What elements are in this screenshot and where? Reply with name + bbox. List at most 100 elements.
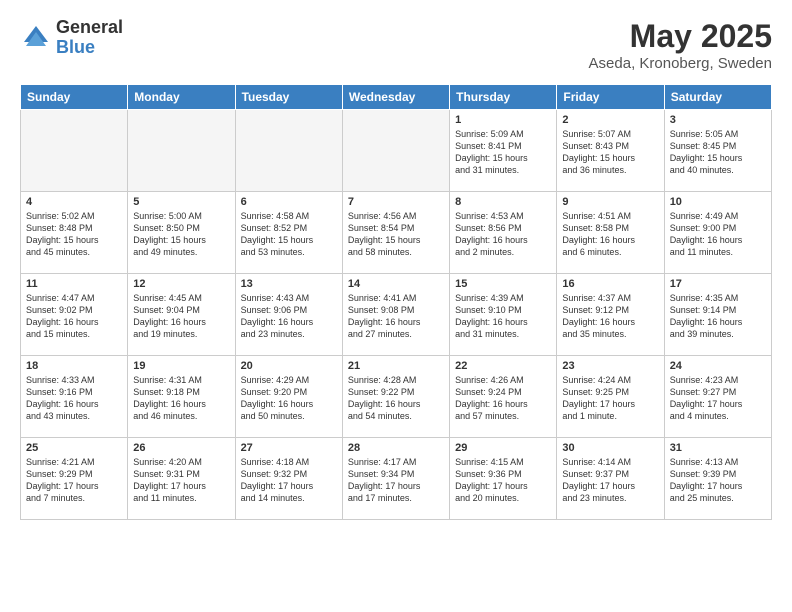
header-row: SundayMondayTuesdayWednesdayThursdayFrid… — [21, 85, 772, 110]
week-row-5: 25 Sunrise: 4:21 AM Sunset: 9:29 PM Dayli… — [21, 438, 772, 520]
day-number: 12 — [133, 278, 229, 290]
calendar-cell: 9Sunrise: 4:51 AM Sunset: 8:58 PM Daylig… — [557, 192, 664, 274]
week-row-2: 4 Sunrise: 5:02 AM Sunset: 8:48 PM Daylig… — [21, 192, 772, 274]
logo-icon — [20, 22, 52, 54]
calendar-cell: 27 Sunrise: 4:18 AM Sunset: 9:32 PM Dayli… — [235, 438, 342, 520]
day-number: 22 — [455, 360, 551, 372]
cell-daylight-info: Sunrise: 4:51 AM Sunset: 8:58 PM Dayligh… — [562, 210, 658, 259]
day-header-tuesday: Tuesday — [235, 85, 342, 110]
calendar-cell: 2 Sunrise: 5:07 AM Sunset: 8:43 PM Daylig… — [557, 110, 664, 192]
calendar-cell: 15Sunrise: 4:39 AM Sunset: 9:10 PM Dayli… — [450, 274, 557, 356]
cell-daylight-info: Sunrise: 4:17 AM Sunset: 9:34 PM Dayligh… — [348, 456, 444, 505]
calendar-cell: 6 Sunrise: 4:58 AM Sunset: 8:52 PM Daylig… — [235, 192, 342, 274]
day-number: 23 — [562, 360, 658, 372]
calendar-cell: 21 Sunrise: 4:28 AM Sunset: 9:22 PM Dayli… — [342, 356, 449, 438]
cell-daylight-info: Sunrise: 4:47 AM Sunset: 9:02 PM Dayligh… — [26, 292, 122, 341]
day-number: 5 — [133, 196, 229, 208]
title-block: May 2025 Aseda, Kronoberg, Sweden — [589, 18, 772, 72]
calendar-cell: 1 Sunrise: 5:09 AM Sunset: 8:41 PM Daylig… — [450, 110, 557, 192]
cell-daylight-info: Sunrise: 4:24 AM Sunset: 9:25 PM Dayligh… — [562, 374, 658, 423]
calendar-cell: 25 Sunrise: 4:21 AM Sunset: 9:29 PM Dayli… — [21, 438, 128, 520]
logo-text: General Blue — [56, 18, 123, 58]
header: General Blue May 2025 Aseda, Kronoberg, … — [20, 18, 772, 72]
day-header-monday: Monday — [128, 85, 235, 110]
day-number: 25 — [26, 442, 122, 454]
cell-daylight-info: Sunrise: 4:39 AM Sunset: 9:10 PM Dayligh… — [455, 292, 551, 341]
calendar-cell: 28Sunrise: 4:17 AM Sunset: 9:34 PM Dayli… — [342, 438, 449, 520]
day-number: 24 — [670, 360, 766, 372]
cell-daylight-info: Sunrise: 4:23 AM Sunset: 9:27 PM Dayligh… — [670, 374, 766, 423]
cell-daylight-info: Sunrise: 4:49 AM Sunset: 9:00 PM Dayligh… — [670, 210, 766, 259]
calendar-cell: 5 Sunrise: 5:00 AM Sunset: 8:50 PM Daylig… — [128, 192, 235, 274]
cell-daylight-info: Sunrise: 5:02 AM Sunset: 8:48 PM Dayligh… — [26, 210, 122, 259]
day-number: 26 — [133, 442, 229, 454]
calendar-cell: 29Sunrise: 4:15 AM Sunset: 9:36 PM Dayli… — [450, 438, 557, 520]
day-number: 14 — [348, 278, 444, 290]
day-number: 18 — [26, 360, 122, 372]
day-number: 21 — [348, 360, 444, 372]
cell-daylight-info: Sunrise: 4:31 AM Sunset: 9:18 PM Dayligh… — [133, 374, 229, 423]
calendar-cell: 12Sunrise: 4:45 AM Sunset: 9:04 PM Dayli… — [128, 274, 235, 356]
calendar-cell: 30Sunrise: 4:14 AM Sunset: 9:37 PM Dayli… — [557, 438, 664, 520]
cell-daylight-info: Sunrise: 4:28 AM Sunset: 9:22 PM Dayligh… — [348, 374, 444, 423]
week-row-3: 11 Sunrise: 4:47 AM Sunset: 9:02 PM Dayli… — [21, 274, 772, 356]
day-number: 6 — [241, 196, 337, 208]
cell-daylight-info: Sunrise: 4:43 AM Sunset: 9:06 PM Dayligh… — [241, 292, 337, 341]
calendar-cell: 7 Sunrise: 4:56 AM Sunset: 8:54 PM Daylig… — [342, 192, 449, 274]
calendar-cell: 13 Sunrise: 4:43 AM Sunset: 9:06 PM Dayli… — [235, 274, 342, 356]
cell-daylight-info: Sunrise: 4:35 AM Sunset: 9:14 PM Dayligh… — [670, 292, 766, 341]
cell-daylight-info: Sunrise: 4:37 AM Sunset: 9:12 PM Dayligh… — [562, 292, 658, 341]
cell-daylight-info: Sunrise: 4:58 AM Sunset: 8:52 PM Dayligh… — [241, 210, 337, 259]
calendar-cell: 18Sunrise: 4:33 AM Sunset: 9:16 PM Dayli… — [21, 356, 128, 438]
page: General Blue May 2025 Aseda, Kronoberg, … — [0, 0, 792, 530]
day-number: 11 — [26, 278, 122, 290]
calendar-cell: 14 Sunrise: 4:41 AM Sunset: 9:08 PM Dayli… — [342, 274, 449, 356]
cell-daylight-info: Sunrise: 4:18 AM Sunset: 9:32 PM Dayligh… — [241, 456, 337, 505]
day-number: 13 — [241, 278, 337, 290]
day-number: 2 — [562, 114, 658, 126]
calendar-cell — [342, 110, 449, 192]
calendar-cell: 8 Sunrise: 4:53 AM Sunset: 8:56 PM Daylig… — [450, 192, 557, 274]
day-number: 3 — [670, 114, 766, 126]
cell-daylight-info: Sunrise: 4:21 AM Sunset: 9:29 PM Dayligh… — [26, 456, 122, 505]
day-number: 30 — [562, 442, 658, 454]
day-number: 10 — [670, 196, 766, 208]
calendar-cell: 31Sunrise: 4:13 AM Sunset: 9:39 PM Dayli… — [664, 438, 771, 520]
calendar-cell: 4 Sunrise: 5:02 AM Sunset: 8:48 PM Daylig… — [21, 192, 128, 274]
day-header-thursday: Thursday — [450, 85, 557, 110]
calendar-cell — [128, 110, 235, 192]
cell-daylight-info: Sunrise: 4:41 AM Sunset: 9:08 PM Dayligh… — [348, 292, 444, 341]
cell-daylight-info: Sunrise: 4:56 AM Sunset: 8:54 PM Dayligh… — [348, 210, 444, 259]
cell-daylight-info: Sunrise: 5:07 AM Sunset: 8:43 PM Dayligh… — [562, 128, 658, 177]
calendar-cell: 20Sunrise: 4:29 AM Sunset: 9:20 PM Dayli… — [235, 356, 342, 438]
day-number: 19 — [133, 360, 229, 372]
month-title: May 2025 — [589, 18, 772, 55]
day-number: 1 — [455, 114, 551, 126]
day-header-wednesday: Wednesday — [342, 85, 449, 110]
day-number: 31 — [670, 442, 766, 454]
day-number: 17 — [670, 278, 766, 290]
day-header-saturday: Saturday — [664, 85, 771, 110]
logo: General Blue — [20, 18, 123, 58]
calendar-cell: 11 Sunrise: 4:47 AM Sunset: 9:02 PM Dayli… — [21, 274, 128, 356]
cell-daylight-info: Sunrise: 5:05 AM Sunset: 8:45 PM Dayligh… — [670, 128, 766, 177]
calendar-cell — [235, 110, 342, 192]
day-number: 29 — [455, 442, 551, 454]
calendar-cell: 24 Sunrise: 4:23 AM Sunset: 9:27 PM Dayli… — [664, 356, 771, 438]
day-number: 4 — [26, 196, 122, 208]
cell-daylight-info: Sunrise: 4:20 AM Sunset: 9:31 PM Dayligh… — [133, 456, 229, 505]
cell-daylight-info: Sunrise: 5:00 AM Sunset: 8:50 PM Dayligh… — [133, 210, 229, 259]
calendar-cell: 19 Sunrise: 4:31 AM Sunset: 9:18 PM Dayli… — [128, 356, 235, 438]
week-row-1: 1 Sunrise: 5:09 AM Sunset: 8:41 PM Daylig… — [21, 110, 772, 192]
cell-daylight-info: Sunrise: 4:53 AM Sunset: 8:56 PM Dayligh… — [455, 210, 551, 259]
cell-daylight-info: Sunrise: 4:26 AM Sunset: 9:24 PM Dayligh… — [455, 374, 551, 423]
day-number: 7 — [348, 196, 444, 208]
calendar-cell: 26 Sunrise: 4:20 AM Sunset: 9:31 PM Dayli… — [128, 438, 235, 520]
calendar-cell: 10 Sunrise: 4:49 AM Sunset: 9:00 PM Dayli… — [664, 192, 771, 274]
day-number: 8 — [455, 196, 551, 208]
cell-daylight-info: Sunrise: 5:09 AM Sunset: 8:41 PM Dayligh… — [455, 128, 551, 177]
logo-blue: Blue — [56, 38, 123, 58]
day-number: 27 — [241, 442, 337, 454]
logo-general: General — [56, 18, 123, 38]
day-number: 16 — [562, 278, 658, 290]
